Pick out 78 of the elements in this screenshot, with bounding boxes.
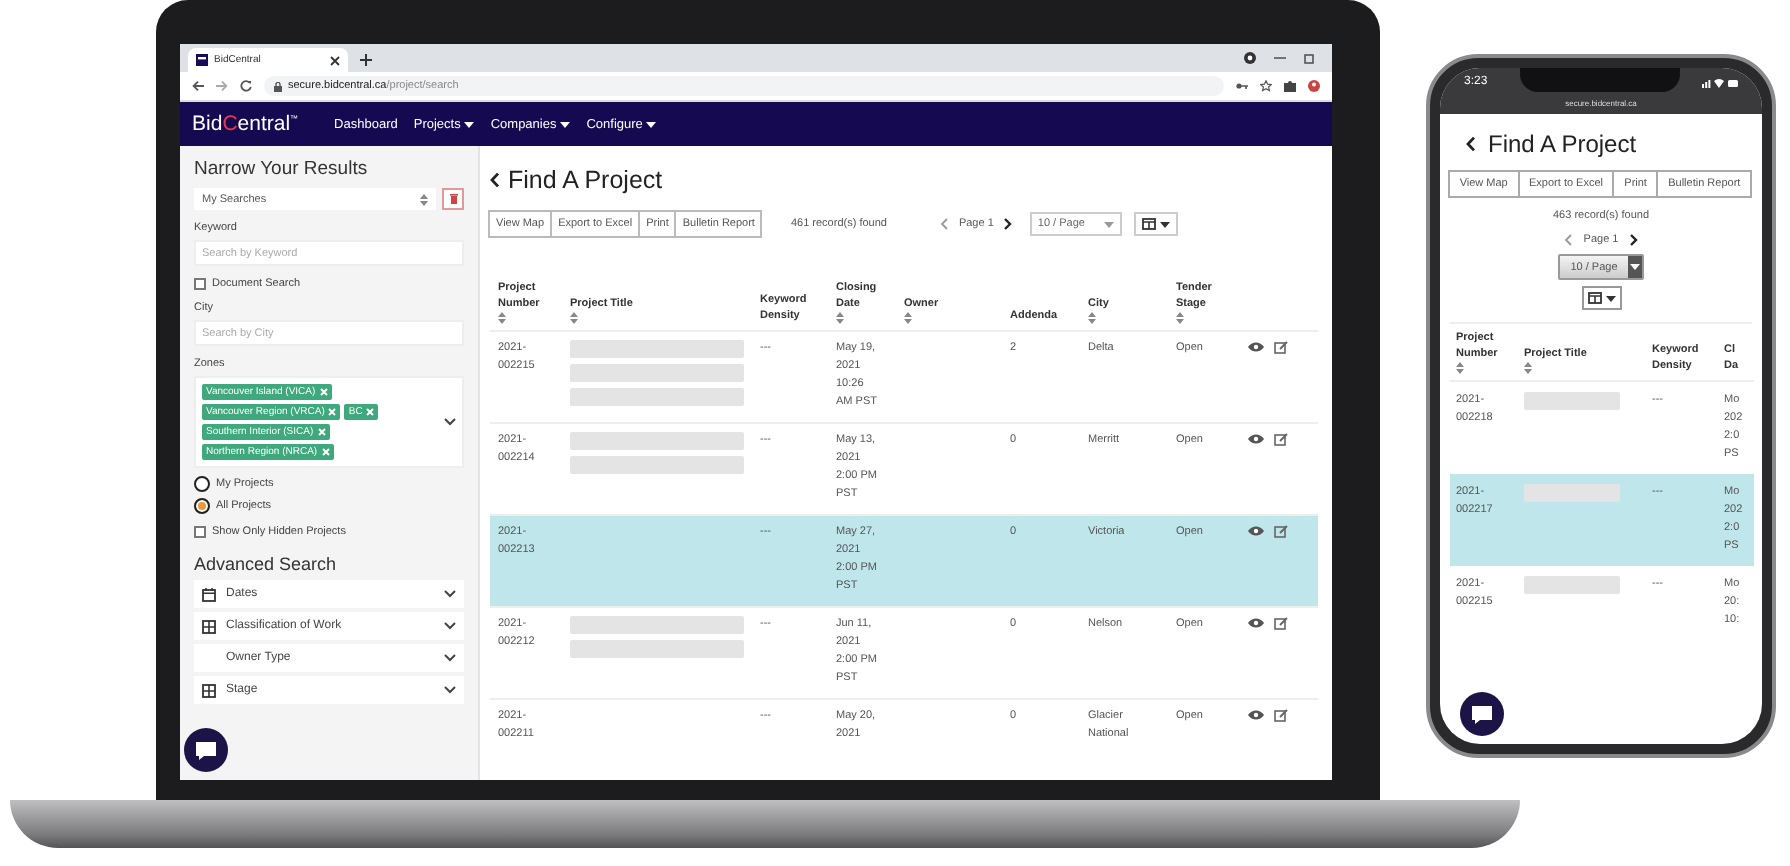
delete-button[interactable] [442,188,464,210]
radio-button[interactable] [194,476,210,492]
sort-icon [904,311,912,323]
eye-icon[interactable] [1248,617,1264,627]
sidebar-heading: Advanced Search [194,554,339,574]
sort-icon [836,311,844,323]
remove-icon [366,408,375,416]
eye-icon[interactable] [1248,709,1264,719]
sort-icon [1524,362,1532,374]
avatar-icon[interactable] [1308,80,1320,92]
sort-icon [420,193,428,205]
edit-icon[interactable] [1274,339,1288,353]
grid-icon [202,683,216,697]
caret-icon [464,121,475,127]
next-page-icon[interactable] [1630,234,1639,246]
table-icon [1587,292,1601,304]
profile-icon[interactable] [1244,52,1256,64]
radio-button[interactable] [194,498,210,514]
back-icon[interactable] [192,80,204,92]
page-title: Find A Project [1488,130,1637,158]
star-icon[interactable] [1260,80,1272,92]
chevron-down-icon [444,418,456,426]
edit-icon[interactable] [1274,523,1288,537]
edit-icon[interactable] [1274,431,1288,445]
sort-icon [570,311,578,323]
previous-page-icon[interactable] [1563,234,1572,246]
remove-icon [319,388,328,396]
caret-icon [560,121,571,127]
remove-icon [317,428,326,436]
sidebar-heading: Narrow Your Results [194,158,370,180]
chat-button[interactable] [1460,692,1504,736]
remove-icon [321,448,330,456]
caret-icon [1159,221,1170,227]
sort-icon [1176,311,1184,323]
caret-icon [646,121,657,127]
reload-icon[interactable] [240,80,252,92]
redacted-text-bar [1524,576,1620,594]
trash-icon [449,194,457,204]
calendar-icon [202,587,216,601]
eye-icon[interactable] [1248,525,1264,535]
caret-icon [1629,264,1640,270]
eye-icon[interactable] [1248,341,1264,351]
favicon-icon [196,54,208,66]
columns-button[interactable] [1581,286,1621,310]
checkbox[interactable] [194,526,206,538]
chevron-down-icon [444,654,456,662]
restore-icon[interactable] [1304,52,1316,64]
chevron-down-icon [444,590,456,598]
grid-icon [202,619,216,633]
plus-icon[interactable] [360,54,372,66]
page-title: Find A Project [508,166,663,194]
back-chevron-icon[interactable] [1466,136,1476,152]
remove-icon [328,408,337,416]
signal-wifi-battery-icon [1702,77,1738,87]
previous-page-icon[interactable] [940,218,949,230]
sort-icon [1456,362,1464,374]
edit-icon[interactable] [1274,615,1288,629]
redacted-text-bar [1524,484,1620,502]
next-page-icon[interactable] [1003,218,1012,230]
columns-button[interactable] [1133,212,1178,236]
back-chevron-icon[interactable] [490,172,500,188]
key-icon[interactable] [1236,82,1248,90]
minimize-icon[interactable] [1274,52,1286,64]
lock-icon [274,81,282,91]
eye-icon[interactable] [1248,433,1264,443]
caret-icon [1103,221,1114,227]
caret-icon [1605,295,1615,301]
table-icon [1141,218,1156,230]
checkbox[interactable] [194,278,206,290]
chat-bubble-icon [1472,705,1492,723]
chevron-down-icon [444,686,456,694]
chevron-down-icon [444,622,456,630]
sort-icon [1088,311,1096,323]
close-icon[interactable] [330,55,340,65]
sort-icon [498,311,506,323]
edit-icon[interactable] [1274,707,1288,721]
redacted-text-bar [1524,392,1620,410]
chat-bubble-icon [196,741,216,759]
